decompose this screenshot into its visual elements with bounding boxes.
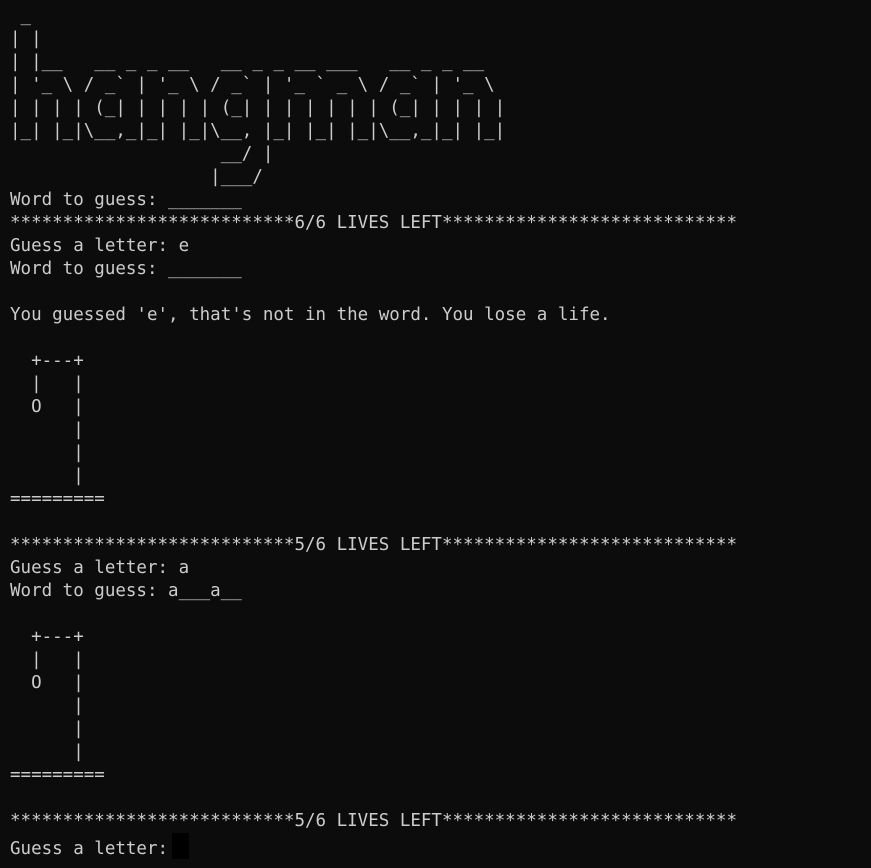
banner-line: | |	[10, 29, 42, 49]
input-prompt-line[interactable]: Guess a letter:	[10, 833, 190, 861]
guess-prompt: Guess a letter:	[10, 839, 169, 859]
gallows-line: +---+	[10, 627, 84, 647]
banner-line: _	[10, 6, 32, 26]
gallows-line: |	[10, 420, 84, 440]
banner-line: | | | | (_| | | | | (_| | | | | | | (_| …	[10, 98, 506, 118]
gallows-line: O |	[10, 397, 84, 417]
lives-banner: ***************************5/6 LIVES LEF…	[10, 535, 737, 555]
text-cursor[interactable]	[172, 833, 190, 859]
banner-line: | '_ \ / _` | '_ \ / _` | '_ ` _ \ / _` …	[10, 75, 495, 95]
intro-word-line: Word to guess: _______	[10, 190, 242, 210]
word-line: Word to guess: a___a__	[10, 581, 242, 601]
lives-banner: ***************************6/6 LIVES LEF…	[10, 213, 737, 233]
gallows-line: =========	[10, 765, 105, 785]
banner-line: |___/	[10, 167, 263, 187]
gallows-line: O |	[10, 673, 84, 693]
gallows-line: +---+	[10, 351, 84, 371]
result-message: You guessed 'e', that's not in the word.…	[10, 305, 611, 325]
banner-line: __/ |	[10, 144, 274, 164]
gallows-line: |	[10, 696, 84, 716]
guess-line: Guess a letter: a	[10, 558, 190, 578]
lives-banner: ***************************5/6 LIVES LEF…	[10, 811, 737, 831]
gallows-line: | |	[10, 650, 84, 670]
word-line: Word to guess: _______	[10, 259, 242, 279]
gallows-line: =========	[10, 489, 105, 509]
gallows-line: |	[10, 443, 84, 463]
gallows-line: |	[10, 742, 84, 762]
guess-line: Guess a letter: e	[10, 236, 190, 256]
gallows-line: | |	[10, 374, 84, 394]
banner-line: | |__ __ _ _ __ __ _ _ __ ___ __ _ _ __	[10, 52, 485, 72]
gallows-line: |	[10, 466, 84, 486]
banner-line: |_| |_|\__,_|_| |_|\__, |_| |_| |_|\__,_…	[10, 121, 506, 141]
gallows-line: |	[10, 719, 84, 739]
